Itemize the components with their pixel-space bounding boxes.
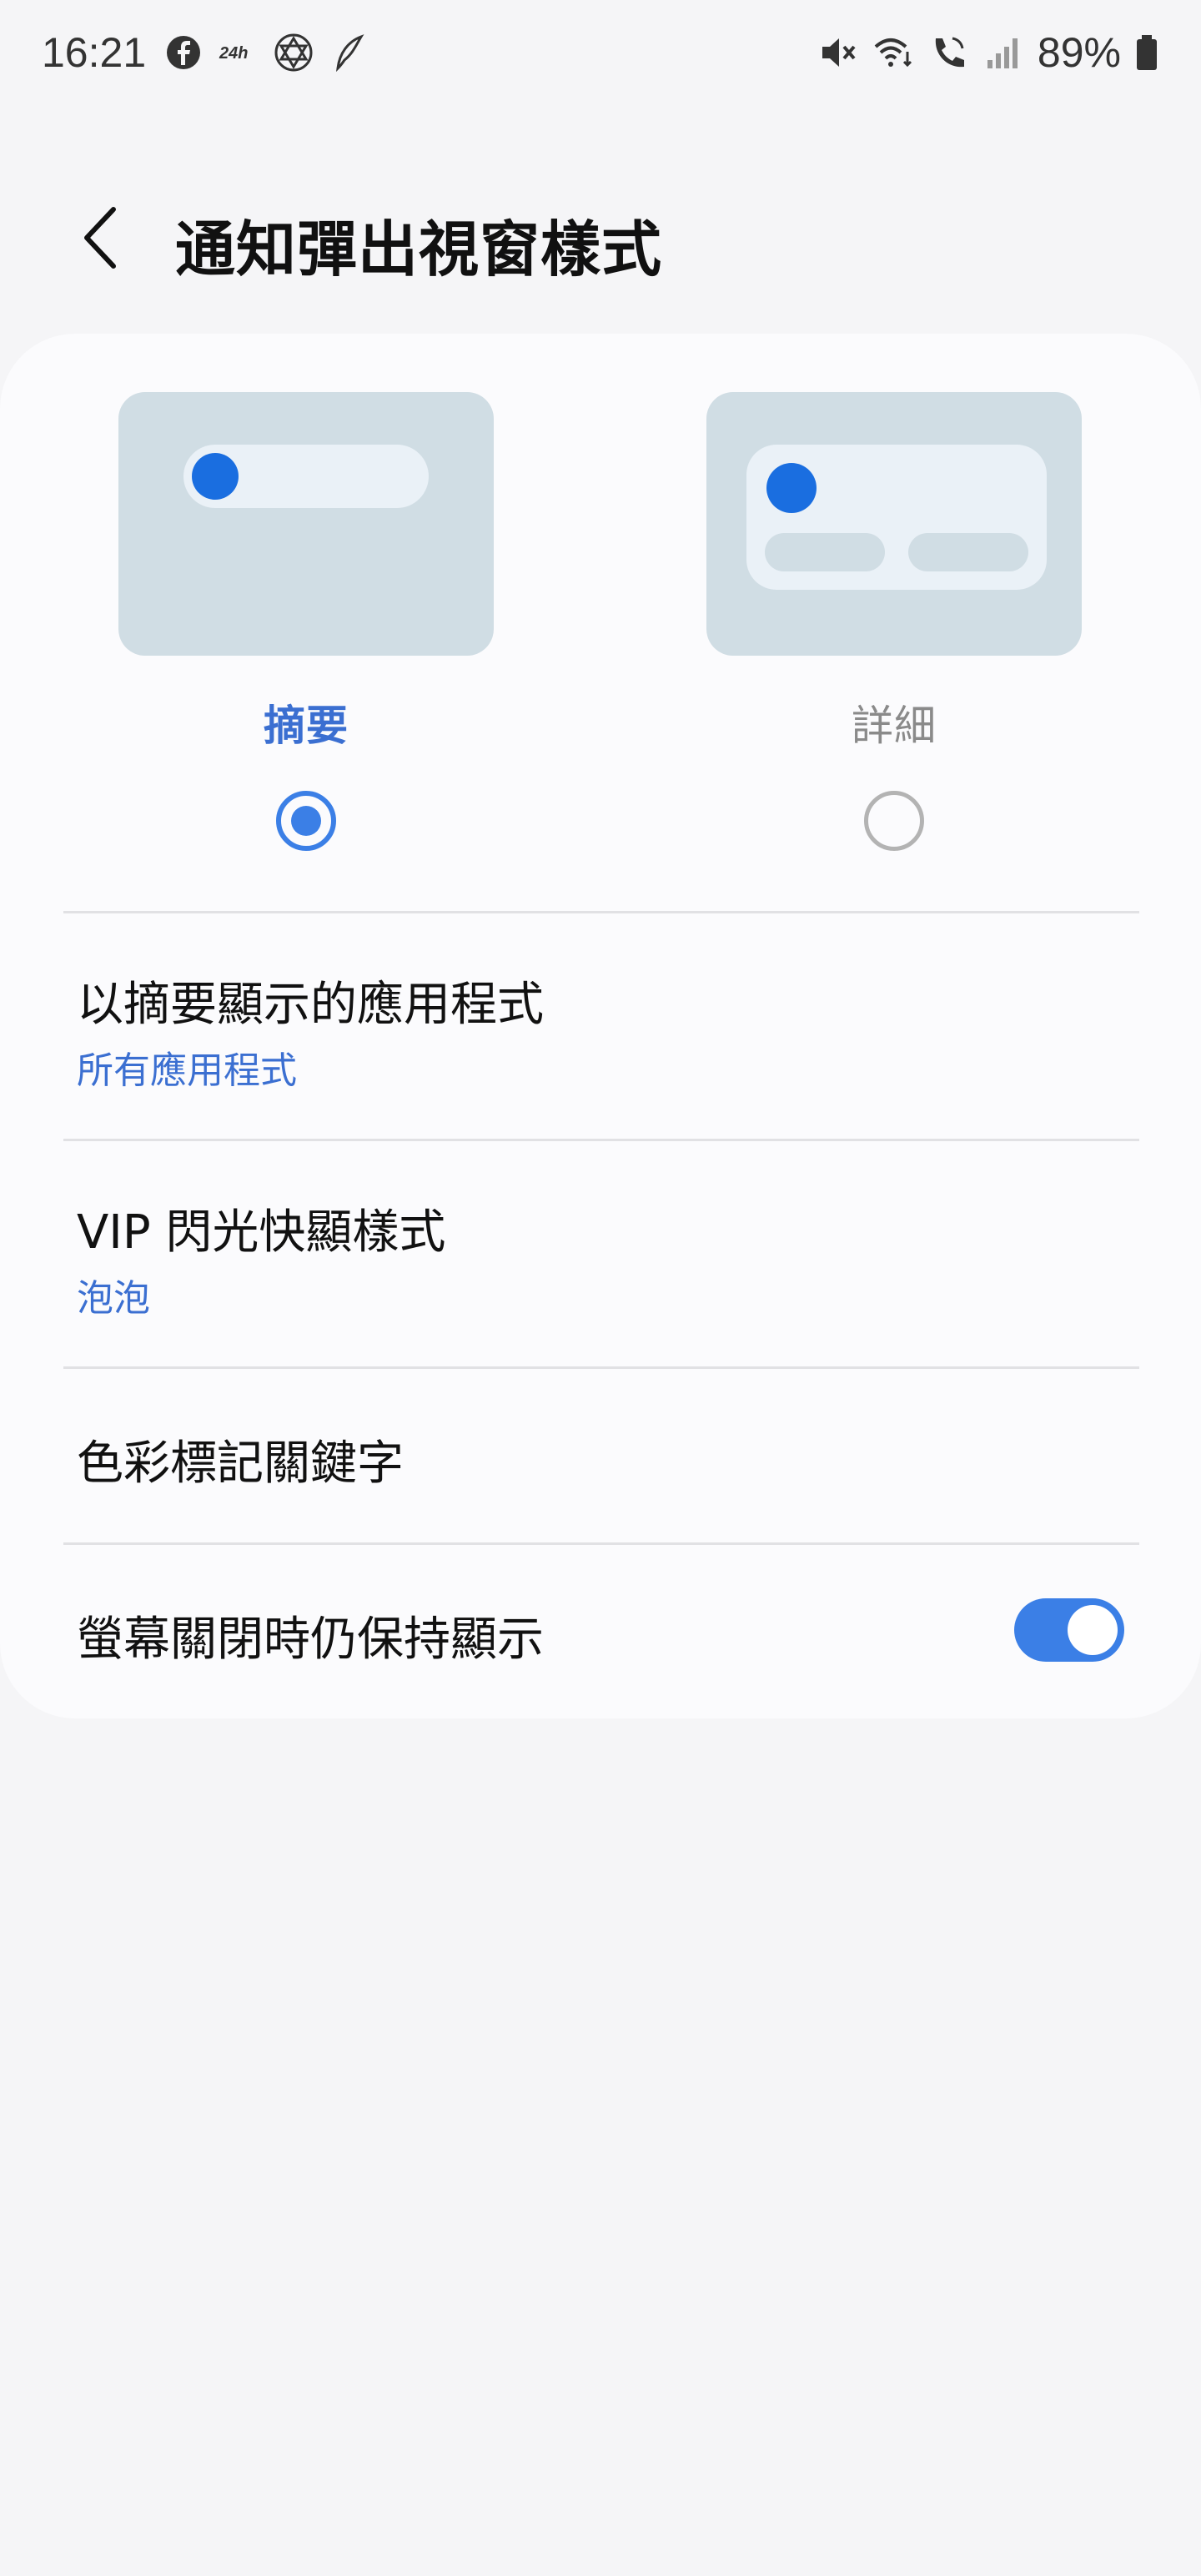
- detailed-preview-button: [908, 533, 1028, 571]
- app-header: 通知彈出視窗樣式: [0, 184, 1201, 292]
- facebook-icon: [167, 36, 200, 69]
- brief-preview-pill: [183, 445, 429, 508]
- brief-label: 摘要: [264, 702, 349, 750]
- back-button[interactable]: [67, 196, 133, 279]
- detailed-radio[interactable]: [864, 791, 924, 851]
- 24h-news-icon: 24h: [219, 44, 248, 63]
- chevron-left-icon: [84, 207, 116, 269]
- svg-text:24h: 24h: [219, 44, 248, 63]
- row-title: 以摘要顯示的應用程式: [77, 978, 544, 1032]
- apps-shown-as-brief-row[interactable]: 以摘要顯示的應用程式 所有應用程式: [0, 913, 1201, 1139]
- star-of-david-icon: [274, 33, 313, 72]
- signal-icon: [987, 38, 1018, 68]
- brief-preview[interactable]: [118, 392, 494, 656]
- color-keywords-row[interactable]: 色彩標記關鍵字: [0, 1369, 1201, 1542]
- call-icon: [935, 37, 964, 68]
- vip-flash-style-row[interactable]: VIP 閃光快顯樣式 泡泡: [0, 1141, 1201, 1366]
- mute-icon: [822, 38, 856, 67]
- row-title: 螢幕關閉時仍保持顯示: [77, 1613, 544, 1667]
- row-subtitle: 所有應用程式: [77, 1049, 297, 1092]
- toggle-knob: [1068, 1605, 1118, 1655]
- brief-preview-dot: [192, 453, 239, 500]
- detailed-preview-box: [746, 445, 1047, 590]
- status-notification-icons: 24h: [163, 32, 369, 73]
- detailed-preview-dot: [766, 463, 817, 513]
- keep-showing-screen-off-row[interactable]: 螢幕關閉時仍保持顯示: [0, 1545, 1201, 1718]
- status-system-icons: 89%: [817, 28, 1159, 77]
- brief-radio[interactable]: [276, 791, 336, 851]
- style-option-detailed[interactable]: 詳細: [706, 392, 1082, 851]
- feather-app-icon: [336, 34, 364, 73]
- battery-percent: 89%: [1037, 29, 1121, 76]
- keep-showing-toggle[interactable]: [1014, 1598, 1124, 1662]
- settings-card: 摘要 詳細 以摘要顯示的應用程式 所有應用程式 VIP 閃光快顯樣式 泡泡 色彩…: [0, 334, 1201, 1718]
- detailed-label: 詳細: [852, 702, 937, 750]
- status-bar: 16:21 24h 89%: [0, 0, 1201, 108]
- detailed-preview[interactable]: [706, 392, 1082, 656]
- style-option-brief[interactable]: 摘要: [118, 392, 494, 851]
- row-subtitle: 泡泡: [77, 1277, 150, 1320]
- wifi-calling-icon: [874, 38, 912, 68]
- battery-icon: [1137, 35, 1157, 70]
- row-title: 色彩標記關鍵字: [77, 1436, 404, 1491]
- status-time: 16:21: [42, 29, 147, 76]
- row-title: VIP 閃光快顯樣式: [77, 1205, 446, 1260]
- page-title: 通知彈出視窗樣式: [175, 214, 663, 284]
- detailed-preview-button: [765, 533, 885, 571]
